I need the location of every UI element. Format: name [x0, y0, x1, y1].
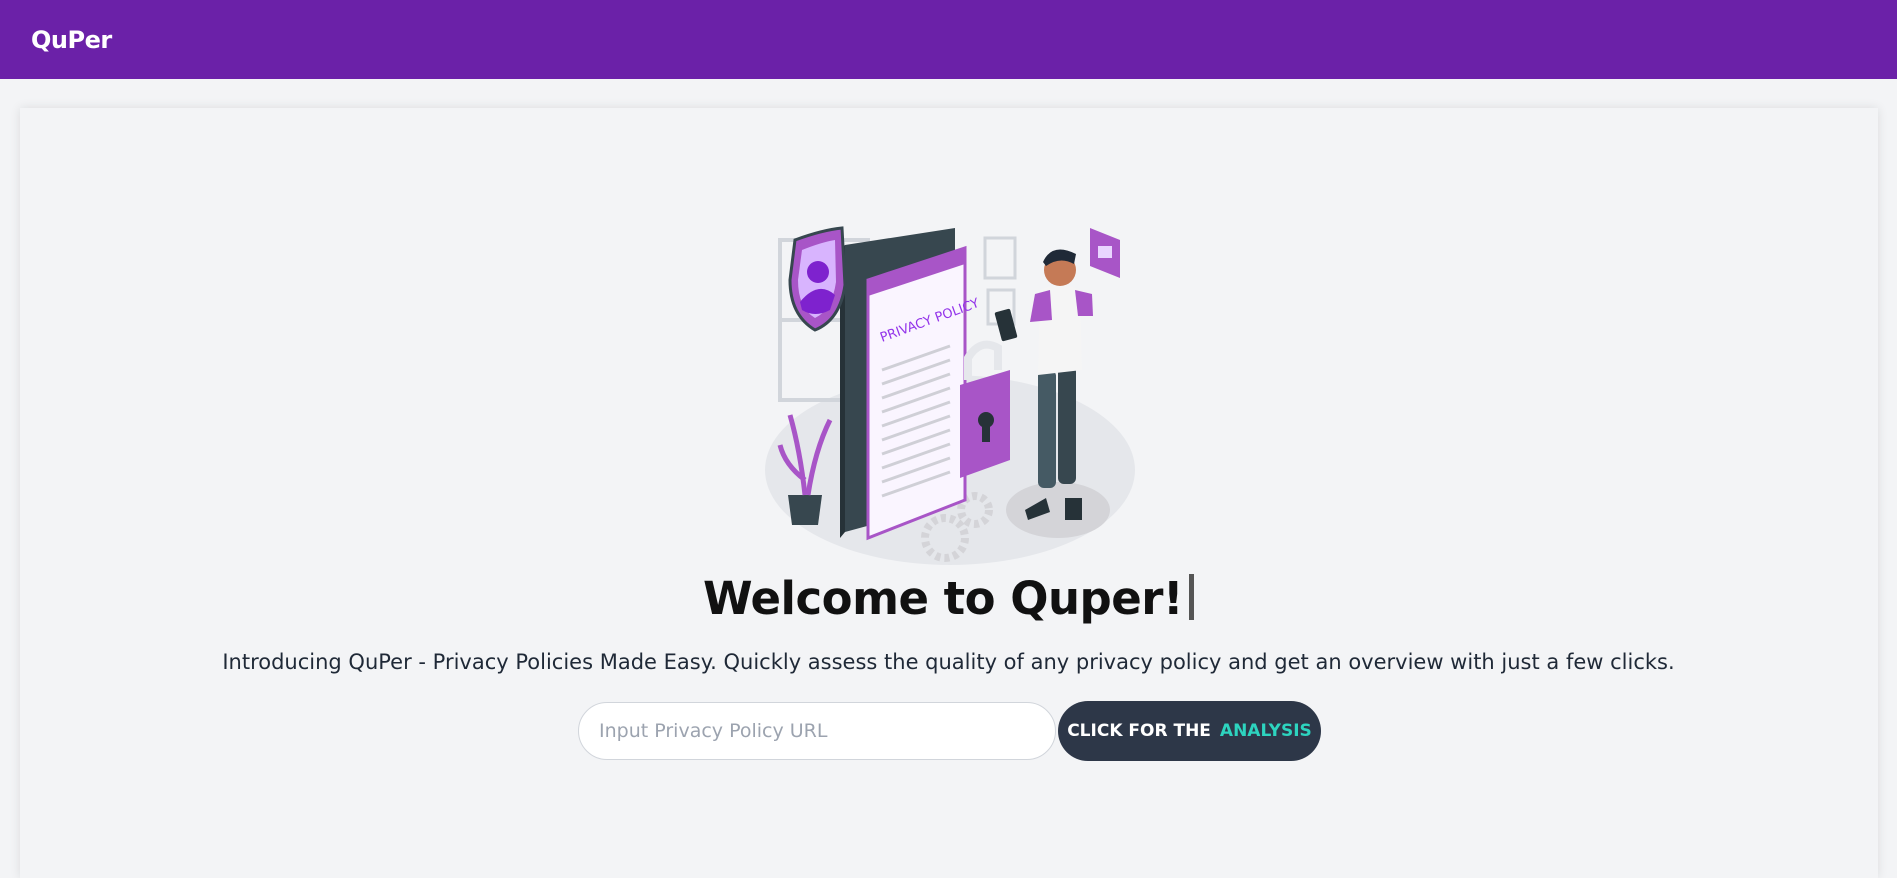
top-navbar: QuPer	[0, 0, 1897, 79]
privacy-policy-illustration: PRIVACY POLICY	[765, 226, 1135, 565]
url-input[interactable]	[578, 702, 1056, 760]
lock-badge-icon	[1090, 228, 1120, 278]
analyze-button-label: CLICK FOR THE	[1067, 721, 1211, 741]
person-shadow	[1006, 482, 1110, 538]
page-title-text: Welcome to Quper!	[703, 572, 1183, 625]
page-title: Welcome to Quper!	[0, 572, 1897, 625]
picture-frame	[983, 236, 1017, 280]
url-search-form: CLICK FOR THE ANALYSIS	[578, 701, 1321, 761]
analyze-button[interactable]: CLICK FOR THE ANALYSIS	[1058, 701, 1321, 761]
shield-user-icon	[788, 226, 847, 332]
page-subtitle: Introducing QuPer - Privacy Policies Mad…	[222, 650, 1675, 674]
typing-caret	[1188, 574, 1194, 620]
padlock-icon	[960, 340, 1010, 478]
analyze-button-accent: ANALYSIS	[1219, 721, 1312, 741]
brand-logo[interactable]: QuPer	[31, 26, 112, 54]
